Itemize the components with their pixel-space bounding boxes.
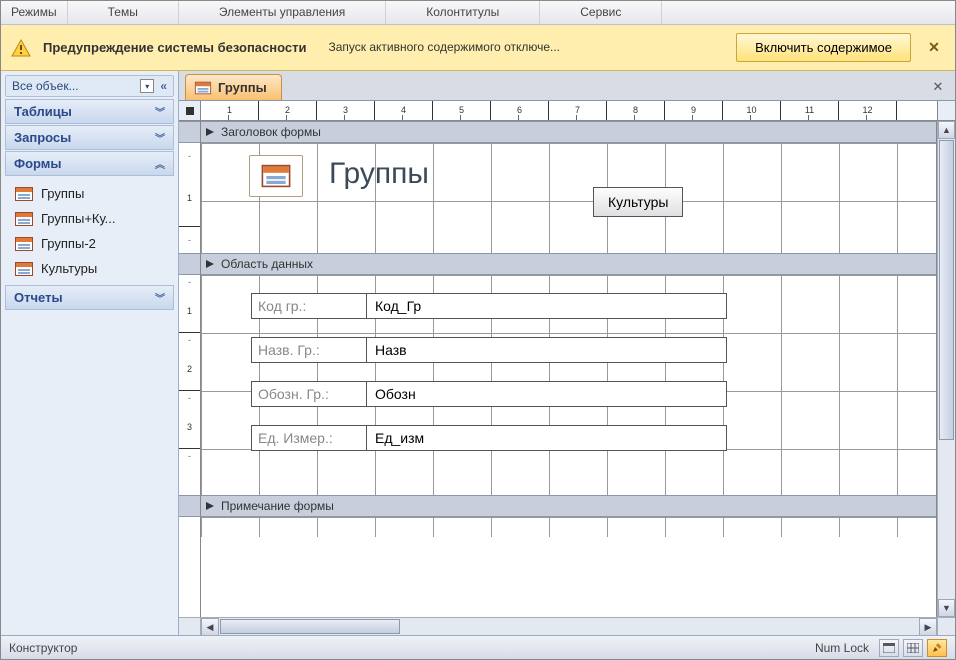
- enable-content-button[interactable]: Включить содержимое: [736, 33, 911, 62]
- chevron-down-icon: ︾: [155, 130, 165, 145]
- ruler-vertical[interactable]: -1--1-2-3-: [179, 121, 201, 617]
- field-row[interactable]: Ед. Измер.:Ед_изм: [251, 425, 727, 451]
- design-area: Группы ✕ 123456789101112 -1--1-2-3- Заго…: [179, 71, 955, 635]
- field-textbox[interactable]: Назв: [367, 337, 727, 363]
- field-row[interactable]: Обозн. Гр.:Обозн: [251, 381, 727, 407]
- document-tab-strip: Группы ✕: [179, 71, 955, 101]
- field-label[interactable]: Ед. Измер.:: [251, 425, 367, 451]
- form-icon: [195, 81, 211, 94]
- nav-collapse-button[interactable]: «: [160, 79, 167, 93]
- section-icon: [205, 259, 215, 269]
- scroll-thumb[interactable]: [220, 619, 400, 634]
- scroll-right-button[interactable]: ▶: [919, 618, 937, 635]
- document-tab-active[interactable]: Группы: [185, 74, 282, 100]
- chevron-down-icon: ︾: [155, 290, 165, 305]
- view-form-button[interactable]: [879, 639, 899, 657]
- nav-filter-dropdown[interactable]: ▾: [140, 79, 154, 93]
- field-label[interactable]: Обозн. Гр.:: [251, 381, 367, 407]
- horizontal-scrollbar[interactable]: ◀ ▶: [179, 617, 955, 635]
- nav-item-form[interactable]: Группы-2: [5, 231, 174, 256]
- view-datasheet-button[interactable]: [903, 639, 923, 657]
- form-title-label[interactable]: Группы: [321, 153, 437, 195]
- ribbon-group-themes[interactable]: Темы: [68, 1, 179, 24]
- chevron-up-icon: ︽: [155, 156, 165, 171]
- nav-section-forms[interactable]: Формы ︽: [5, 151, 174, 176]
- nav-pane-header[interactable]: Все объек... ▾ «: [5, 75, 174, 97]
- field-textbox[interactable]: Ед_изм: [367, 425, 727, 451]
- form-icon: [15, 187, 33, 201]
- warning-icon: [11, 38, 31, 58]
- form-detail-area[interactable]: Код гр.:Код_ГрНазв. Гр.:НазвОбозн. Гр.:О…: [201, 275, 936, 495]
- nav-item-form[interactable]: Группы: [5, 181, 174, 206]
- form-design-canvas[interactable]: Заголовок формы Группы Культуры Область …: [201, 121, 937, 617]
- scroll-up-button[interactable]: ▲: [938, 121, 955, 139]
- view-design-button[interactable]: [927, 639, 947, 657]
- scroll-down-button[interactable]: ▼: [938, 599, 955, 617]
- field-textbox[interactable]: Код_Гр: [367, 293, 727, 319]
- ruler-horizontal[interactable]: 123456789101112: [179, 101, 955, 121]
- form-logo-placeholder[interactable]: [249, 155, 303, 197]
- form-footer-area[interactable]: [201, 517, 936, 537]
- chevron-down-icon: ︾: [155, 104, 165, 119]
- form-header-area[interactable]: Группы Культуры: [201, 143, 936, 253]
- ribbon-group-labels: Режимы Темы Элементы управления Колонтит…: [1, 1, 955, 25]
- nav-section-reports[interactable]: Отчеты ︾: [5, 285, 174, 310]
- select-all-corner[interactable]: [179, 101, 201, 120]
- vertical-scrollbar[interactable]: ▲ ▼: [937, 121, 955, 617]
- section-bar-form-header[interactable]: Заголовок формы: [201, 121, 936, 143]
- form-icon: [262, 165, 291, 187]
- scroll-left-button[interactable]: ◀: [201, 618, 219, 635]
- ribbon-group-tools[interactable]: Сервис: [540, 1, 662, 24]
- field-label[interactable]: Код гр.:: [251, 293, 367, 319]
- field-row[interactable]: Код гр.:Код_Гр: [251, 293, 727, 319]
- nav-pane-title: Все объек...: [12, 79, 79, 93]
- nav-section-tables[interactable]: Таблицы ︾: [5, 99, 174, 124]
- scroll-thumb[interactable]: [939, 140, 954, 440]
- ribbon-group-modes[interactable]: Режимы: [1, 1, 68, 24]
- section-icon: [205, 127, 215, 137]
- warning-title: Предупреждение системы безопасности: [43, 40, 306, 55]
- security-warning-bar: Предупреждение системы безопасности Запу…: [1, 25, 955, 71]
- nav-forms-list: Группы Группы+Ку... Группы-2 Культуры: [5, 177, 174, 285]
- form-icon: [15, 212, 33, 226]
- nav-item-form[interactable]: Культуры: [5, 256, 174, 281]
- nav-item-form[interactable]: Группы+Ку...: [5, 206, 174, 231]
- tab-close-button[interactable]: ✕: [929, 78, 947, 96]
- field-textbox[interactable]: Обозн: [367, 381, 727, 407]
- section-icon: [205, 501, 215, 511]
- navigation-pane: Все объек... ▾ « Таблицы ︾ Запросы ︾ Фор…: [1, 71, 179, 635]
- field-label[interactable]: Назв. Гр.:: [251, 337, 367, 363]
- warning-message: Запуск активного содержимого отключе...: [318, 40, 724, 54]
- section-bar-detail[interactable]: Область данных: [201, 253, 936, 275]
- section-bar-form-footer[interactable]: Примечание формы: [201, 495, 936, 517]
- ribbon-group-headers[interactable]: Колонтитулы: [386, 1, 540, 24]
- field-row[interactable]: Назв. Гр.:Назв: [251, 337, 727, 363]
- status-mode: Конструктор: [9, 641, 77, 655]
- subform-button-cultures[interactable]: Культуры: [593, 187, 683, 217]
- ribbon-group-controls[interactable]: Элементы управления: [179, 1, 386, 24]
- form-icon: [15, 262, 33, 276]
- nav-section-queries[interactable]: Запросы ︾: [5, 125, 174, 150]
- status-bar: Конструктор Num Lock: [1, 635, 955, 659]
- form-icon: [15, 237, 33, 251]
- warning-close-button[interactable]: ✕: [923, 37, 945, 59]
- status-numlock: Num Lock: [815, 641, 869, 655]
